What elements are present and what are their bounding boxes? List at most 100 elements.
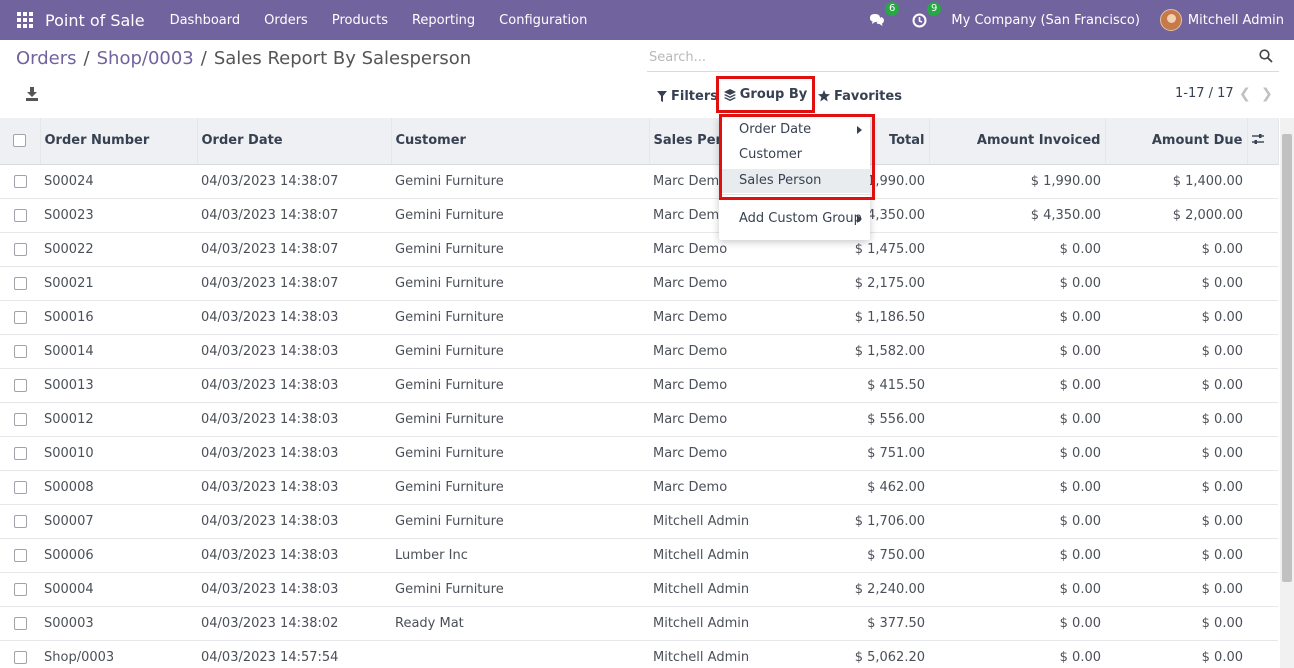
filters-button[interactable]: Filters (657, 86, 718, 106)
table-row[interactable]: Shop/0003 04/03/2023 14:57:54 Mitchell Adm… (0, 640, 1278, 668)
add-custom-group-label: Add Custom Group (739, 211, 862, 226)
cell-order-date: 04/03/2023 14:38:03 (201, 445, 339, 461)
row-checkbox[interactable] (13, 650, 27, 664)
table-row[interactable]: S00008 04/03/2023 14:38:03 Gemini Furnitur… (0, 470, 1278, 504)
funnel-icon (657, 90, 667, 102)
header-amount-due[interactable]: Amount Due (1105, 118, 1248, 165)
search-bar (647, 44, 1279, 72)
apps-grid-icon[interactable] (17, 12, 33, 28)
row-end-cell (1247, 198, 1278, 232)
table-row[interactable]: S00003 04/03/2023 14:38:02 Ready Mat Mitche… (0, 606, 1278, 640)
vertical-scrollbar[interactable] (1280, 118, 1294, 668)
table-row[interactable]: S00010 04/03/2023 14:38:03 Gemini Furnitur… (0, 436, 1278, 470)
table-row[interactable]: S00024 04/03/2023 14:38:07 Gemini Furnitur… (0, 164, 1278, 198)
row-checkbox[interactable] (13, 548, 27, 562)
row-checkbox[interactable] (13, 208, 27, 222)
row-checkbox[interactable] (13, 276, 27, 290)
row-checkbox[interactable] (13, 480, 27, 494)
cell-customer: Gemini Furniture (395, 241, 504, 257)
group-by-order-date[interactable]: Order Date (719, 118, 870, 142)
favorites-button[interactable]: Favorites (818, 86, 902, 106)
cell-amount-due: $ 0.00 (1201, 309, 1243, 325)
cell-amount-due: $ 0.00 (1201, 513, 1243, 529)
messages-icon[interactable]: 6 (867, 2, 900, 30)
row-select-cell (0, 232, 40, 266)
row-checkbox[interactable] (13, 242, 27, 256)
group-by-button[interactable]: Group By (716, 76, 815, 113)
table-row[interactable]: S00021 04/03/2023 14:38:07 Gemini Furnitur… (0, 266, 1278, 300)
header-customer[interactable]: Customer (391, 118, 650, 165)
download-icon[interactable] (26, 87, 38, 101)
company-switcher[interactable]: My Company (San Francisco) (951, 13, 1139, 28)
cell-order-date: 04/03/2023 14:38:03 (201, 343, 339, 359)
table-row[interactable]: S00023 04/03/2023 14:38:07 Gemini Furnitur… (0, 198, 1278, 232)
pager-next-icon[interactable]: ❯ (1261, 86, 1273, 102)
header-order-number[interactable]: Order Number (40, 118, 198, 165)
row-checkbox[interactable] (13, 514, 27, 528)
scrollbar-thumb[interactable] (1282, 134, 1292, 582)
cell-amount-due: $ 0.00 (1201, 411, 1243, 427)
table-row[interactable]: S00022 04/03/2023 14:38:07 Gemini Furnitur… (0, 232, 1278, 266)
user-avatar[interactable] (1159, 9, 1182, 31)
cell-sales-person: Marc Demo (653, 309, 728, 325)
table-row[interactable]: S00004 04/03/2023 14:38:03 Gemini Furnitur… (0, 572, 1278, 606)
add-custom-group[interactable]: Add Custom Group (719, 207, 870, 231)
header-order-date[interactable]: Order Date (197, 118, 392, 165)
search-icon[interactable] (1259, 49, 1273, 63)
cell-order-date: 04/03/2023 14:38:07 (201, 241, 339, 257)
group-by-customer[interactable]: Customer (719, 143, 870, 167)
column-settings-icon[interactable] (1251, 133, 1264, 145)
search-input[interactable] (647, 44, 1247, 70)
table-row[interactable]: S00016 04/03/2023 14:38:03 Gemini Furnitur… (0, 300, 1278, 334)
cell-total: $ 750.00 (867, 547, 925, 563)
menu-reporting[interactable]: Reporting (412, 13, 475, 28)
row-checkbox[interactable] (13, 446, 27, 460)
cell-order-number: S00023 (44, 207, 94, 223)
row-end-cell (1247, 504, 1278, 538)
pager-value[interactable]: 1-17 / 17 (1175, 86, 1234, 101)
cell-sales-person: Marc Demo (653, 479, 728, 495)
app-title[interactable]: Point of Sale (45, 11, 145, 30)
row-select-cell (0, 368, 40, 402)
top-navbar: Point of Sale Dashboard Orders Products … (0, 0, 1294, 40)
cell-sales-person: Mitchell Admin (653, 513, 750, 529)
cell-amount-invoiced: $ 0.00 (1059, 649, 1101, 665)
row-checkbox[interactable] (13, 582, 27, 596)
row-checkbox[interactable] (13, 378, 27, 392)
cell-order-date: 04/03/2023 14:38:03 (201, 547, 339, 563)
breadcrumb-orders[interactable]: Orders (16, 48, 77, 69)
cell-amount-due: $ 0.00 (1201, 377, 1243, 393)
table-row[interactable]: S00012 04/03/2023 14:38:03 Gemini Furnitur… (0, 402, 1278, 436)
breadcrumb-shop[interactable]: Shop/0003 (97, 48, 194, 69)
activity-clock-icon[interactable]: 9 (909, 2, 942, 30)
optional-columns-cell (1247, 118, 1279, 165)
dropdown-divider (719, 194, 870, 195)
cell-amount-due: $ 1,400.00 (1172, 173, 1243, 189)
row-checkbox[interactable] (13, 174, 27, 188)
menu-orders[interactable]: Orders (264, 13, 308, 28)
menu-products[interactable]: Products (332, 13, 388, 28)
select-all-checkbox[interactable] (13, 134, 27, 148)
cell-order-date: 04/03/2023 14:38:03 (201, 513, 339, 529)
cell-customer: Gemini Furniture (395, 275, 504, 291)
table-row[interactable]: S00007 04/03/2023 14:38:03 Gemini Furnitur… (0, 504, 1278, 538)
pager-previous-icon[interactable]: ❮ (1239, 86, 1251, 102)
cell-amount-due: $ 0.00 (1201, 479, 1243, 495)
user-menu[interactable]: Mitchell Admin (1188, 13, 1284, 28)
row-checkbox[interactable] (13, 616, 27, 630)
row-checkbox[interactable] (13, 412, 27, 426)
menu-dashboard[interactable]: Dashboard (170, 13, 241, 28)
header-amount-invoiced[interactable]: Amount Invoiced (929, 118, 1106, 165)
cell-amount-due: $ 0.00 (1201, 649, 1243, 665)
row-end-cell (1247, 164, 1278, 198)
table-row[interactable]: S00014 04/03/2023 14:38:03 Gemini Furnitur… (0, 334, 1278, 368)
row-checkbox[interactable] (13, 344, 27, 358)
group-by-sales-person[interactable]: Sales Person (719, 169, 870, 193)
cell-order-date: 04/03/2023 14:38:03 (201, 581, 339, 597)
cell-order-number: S00016 (44, 309, 94, 325)
cell-order-number: S00012 (44, 411, 94, 427)
row-checkbox[interactable] (13, 310, 27, 324)
table-row[interactable]: S00006 04/03/2023 14:38:03 Lumber Inc Mitch… (0, 538, 1278, 572)
menu-configuration[interactable]: Configuration (499, 13, 587, 28)
table-row[interactable]: S00013 04/03/2023 14:38:03 Gemini Furnitur… (0, 368, 1278, 402)
